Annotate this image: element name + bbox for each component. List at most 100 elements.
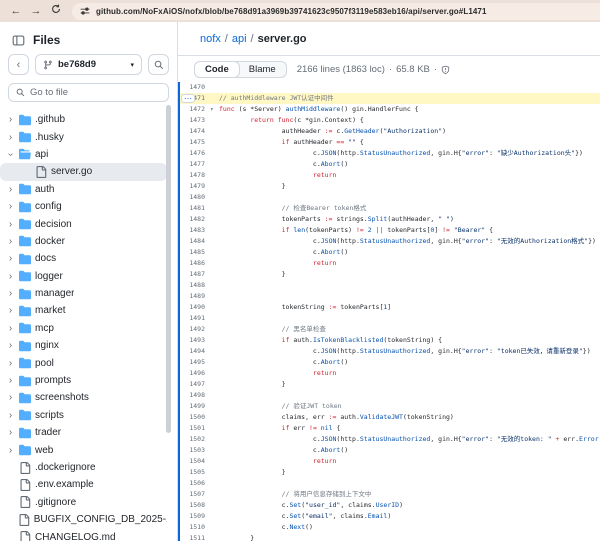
line-number[interactable]: 1497 — [180, 379, 210, 390]
line-number[interactable]: 1481 — [180, 203, 210, 214]
tree-item-scripts[interactable]: ›scripts — [0, 407, 167, 424]
browser-back-button[interactable]: ← — [6, 1, 26, 21]
line-number[interactable]: 1480 — [180, 192, 210, 203]
chevron-right-icon[interactable]: › — [6, 185, 15, 194]
chevron-right-icon[interactable]: › — [6, 202, 15, 211]
line-number[interactable]: 1508 — [180, 500, 210, 511]
line-number[interactable]: 1486 — [180, 258, 210, 269]
tree-item-docker[interactable]: ›docker — [0, 233, 167, 250]
go-to-file-input[interactable]: Go to file — [8, 83, 169, 102]
chevron-right-icon[interactable]: › — [6, 446, 15, 455]
line-number[interactable]: 1483 — [180, 225, 210, 236]
tree-item-BUGFIX_CONFIG_DB_2025-11-...[interactable]: BUGFIX_CONFIG_DB_2025-11-... — [0, 511, 167, 528]
tab-code[interactable]: Code — [194, 61, 240, 78]
tree-item-api[interactable]: ›api — [0, 146, 167, 163]
line-number[interactable]: 1498 — [180, 390, 210, 401]
tree-item-.env.example[interactable]: .env.example — [0, 476, 167, 493]
tree-item-nginx[interactable]: ›nginx — [0, 337, 167, 354]
chevron-right-icon[interactable]: › — [6, 393, 15, 402]
breadcrumb-repo-link[interactable]: nofx — [200, 33, 221, 45]
chevron-right-icon[interactable]: › — [6, 220, 15, 229]
chevron-right-icon[interactable]: › — [6, 411, 15, 420]
chevron-right-icon[interactable]: › — [6, 428, 15, 437]
tree-item-.husky[interactable]: ›.husky — [0, 128, 167, 145]
shield-icon[interactable] — [441, 65, 450, 75]
line-number[interactable]: 1470 — [180, 82, 210, 93]
tab-blame[interactable]: Blame — [239, 62, 286, 77]
line-number[interactable]: 1505 — [180, 467, 210, 478]
tree-item-pool[interactable]: ›pool — [0, 354, 167, 371]
tree-item-web[interactable]: ›web — [0, 441, 167, 458]
tree-item-logger[interactable]: ›logger — [0, 268, 167, 285]
address-bar[interactable]: github.com/NoFxAiOS/nofx/blob/be768d91a3… — [72, 3, 600, 20]
line-number[interactable]: 1501 — [180, 423, 210, 434]
search-tree-button[interactable] — [148, 54, 169, 75]
line-number[interactable]: 1499 — [180, 401, 210, 412]
chevron-right-icon[interactable]: › — [6, 272, 15, 281]
line-number[interactable]: 1503 — [180, 445, 210, 456]
line-number[interactable]: 1479 — [180, 181, 210, 192]
chevron-right-icon[interactable]: › — [6, 115, 15, 124]
line-number[interactable]: 1484 — [180, 236, 210, 247]
line-number[interactable]: 1504 — [180, 456, 210, 467]
line-number[interactable]: 1510 — [180, 522, 210, 533]
chevron-right-icon[interactable]: › — [6, 306, 15, 315]
tree-item-server.go[interactable]: server.go — [0, 163, 167, 180]
line-number[interactable]: 1495 — [180, 357, 210, 368]
line-number[interactable]: 1500 — [180, 412, 210, 423]
chevron-right-icon[interactable]: › — [6, 254, 15, 263]
tree-item-manager[interactable]: ›manager — [0, 285, 167, 302]
line-number[interactable]: 1489 — [180, 291, 210, 302]
chevron-right-icon[interactable]: › — [6, 237, 15, 246]
line-number[interactable]: 1487 — [180, 269, 210, 280]
line-number[interactable]: 1490 — [180, 302, 210, 313]
line-number[interactable]: 1476 — [180, 148, 210, 159]
line-number[interactable]: 1509 — [180, 511, 210, 522]
line-number[interactable]: 1482 — [180, 214, 210, 225]
line-number[interactable]: 1502 — [180, 434, 210, 445]
chevron-right-icon[interactable]: › — [6, 324, 15, 333]
line-number[interactable]: 1491 — [180, 313, 210, 324]
line-number[interactable]: 1494 — [180, 346, 210, 357]
tree-item-mcp[interactable]: ›mcp — [0, 320, 167, 337]
chevron-right-icon[interactable]: › — [6, 289, 15, 298]
line-number[interactable]: 1511 — [180, 533, 210, 541]
chevron-down-icon[interactable]: › — [6, 150, 15, 159]
line-number[interactable]: 1493 — [180, 335, 210, 346]
collapse-tree-button[interactable]: ‹ — [8, 54, 29, 75]
tree-item-docs[interactable]: ›docs — [0, 250, 167, 267]
line-number[interactable]: 1485 — [180, 247, 210, 258]
tree-item-trader[interactable]: ›trader — [0, 424, 167, 441]
browser-reload-button[interactable] — [46, 1, 66, 21]
tree-item-screenshots[interactable]: ›screenshots — [0, 389, 167, 406]
line-number[interactable]: 1474 — [180, 126, 210, 137]
tree-item-auth[interactable]: ›auth — [0, 181, 167, 198]
line-number[interactable]: 1477 — [180, 159, 210, 170]
line-number[interactable]: 1478 — [180, 170, 210, 181]
branch-selector[interactable]: be768d9 ▾ — [35, 54, 142, 75]
tree-item-config[interactable]: ›config — [0, 198, 167, 215]
line-number[interactable]: 1488 — [180, 280, 210, 291]
chevron-right-icon[interactable]: › — [6, 359, 15, 368]
fold-chevron-icon[interactable]: ▾ — [210, 104, 219, 115]
sidebar-panel-icon[interactable] — [12, 34, 25, 47]
line-number[interactable]: 1475 — [180, 137, 210, 148]
chevron-right-icon[interactable]: › — [6, 341, 15, 350]
tree-item-.github[interactable]: ›.github — [0, 111, 167, 128]
browser-forward-button[interactable]: → — [26, 1, 46, 21]
line-number[interactable]: 1496 — [180, 368, 210, 379]
chevron-right-icon[interactable]: › — [6, 376, 15, 385]
line-number[interactable]: 1473 — [180, 115, 210, 126]
line-number[interactable]: 1507 — [180, 489, 210, 500]
tree-item-.dockerignore[interactable]: .dockerignore — [0, 459, 167, 476]
chevron-right-icon[interactable]: › — [6, 133, 15, 142]
tree-item-CHANGELOG.md[interactable]: CHANGELOG.md — [0, 528, 167, 541]
tree-item-market[interactable]: ›market — [0, 302, 167, 319]
sidebar-scrollbar[interactable] — [166, 105, 171, 433]
line-menu-button[interactable]: ⋯ — [181, 94, 195, 103]
tree-item-decision[interactable]: ›decision — [0, 215, 167, 232]
tree-item-.gitignore[interactable]: .gitignore — [0, 494, 167, 511]
line-number[interactable]: 1472 — [180, 104, 210, 115]
line-number[interactable]: 1506 — [180, 478, 210, 489]
line-number[interactable]: 1492 — [180, 324, 210, 335]
